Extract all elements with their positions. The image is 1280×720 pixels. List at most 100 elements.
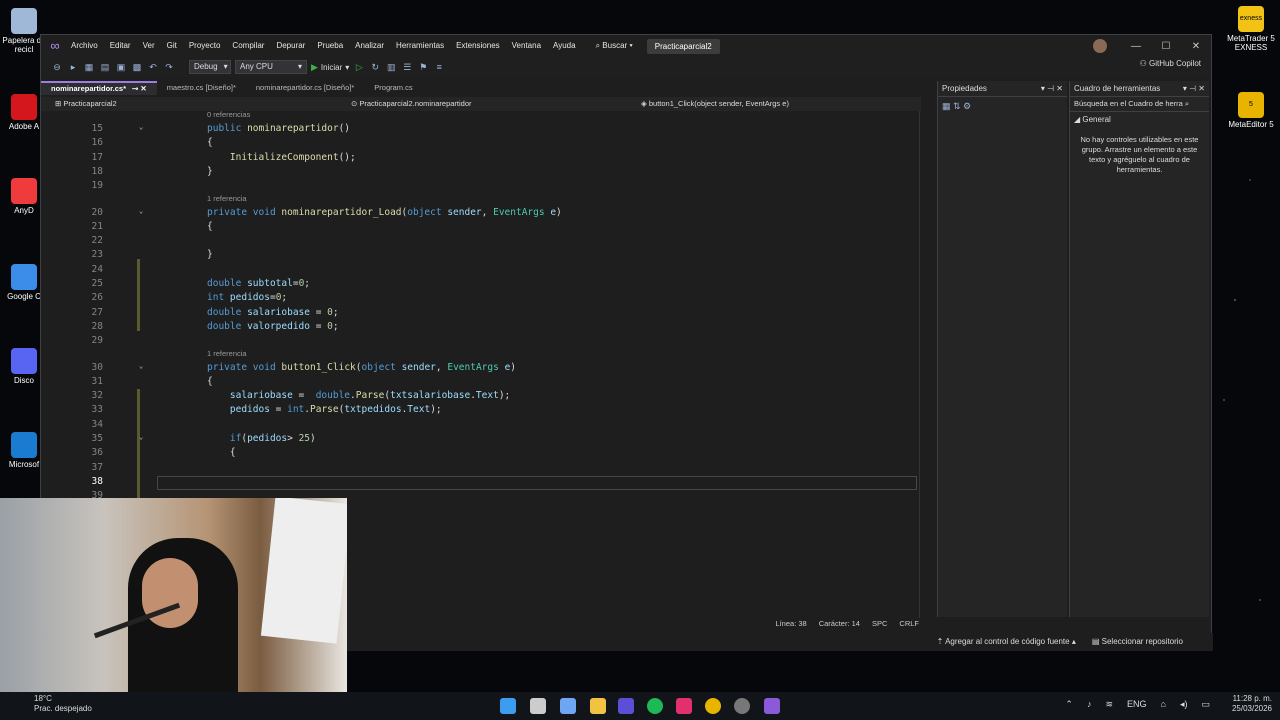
code-line[interactable]: 29 [41,335,917,349]
code-line[interactable]: 31 { [41,376,917,390]
toolbox-controls-icon[interactable]: ▾ ⊣ ✕ [1183,81,1205,96]
tab-close-icon[interactable]: ⊸ ✕ [132,83,147,95]
code-line[interactable]: 25 double subtotal=0; [41,278,917,292]
settings-icon[interactable] [734,698,750,714]
minimize-icon[interactable]: — [1121,35,1151,57]
whitespace-indicator[interactable]: SPC [872,618,887,630]
visual-studio-taskbar-icon[interactable] [764,698,780,714]
clock[interactable]: 11:28 p. m. 25/03/2026 [1232,694,1272,714]
tab-document[interactable]: nominarepartidor.cs* ⊸ ✕ [41,81,157,95]
member-dropdown[interactable]: ◈ button1_Click(object sender, EventArgs… [627,97,789,111]
menu-item[interactable]: Extensiones [450,35,506,57]
menu-item[interactable]: Git [161,35,183,57]
code-line[interactable]: 21 { [41,221,917,235]
code-lens[interactable]: 0 referencias [207,111,250,119]
class-dropdown[interactable]: ⊙ Practicaparcial2.nominarepartidor [337,97,627,111]
desktop-icon[interactable]: exness MetaTrader 5 EXNESS [1226,6,1276,52]
wifi-icon[interactable]: ≋ [1105,699,1113,710]
menu-item[interactable]: Compilar [226,35,270,57]
network-icon[interactable]: ⌂ [1161,699,1166,710]
forward-icon[interactable]: ▸ [67,61,79,73]
start-without-debug-icon[interactable]: ▷ [353,61,365,73]
run-button[interactable]: ▶ Iniciar ▾ [311,62,349,73]
language-indicator[interactable]: ENG [1127,699,1147,710]
menu-item[interactable]: Analizar [349,35,390,57]
code-lens[interactable]: 1 referencia [207,349,247,358]
project-badge[interactable]: Practicaparcial2 [646,38,720,54]
layout-icon[interactable]: ▥ [385,61,397,73]
user-avatar[interactable] [1093,39,1107,53]
copilot-icon[interactable] [560,698,576,714]
start-icon[interactable] [500,698,516,714]
code-line[interactable]: 19 [41,180,917,194]
line-ending-indicator[interactable]: CRLF [899,618,919,630]
menu-item[interactable]: Ver [137,35,161,57]
volume-icon[interactable]: ◂) [1180,699,1188,710]
format-icon[interactable]: ☰ [401,61,413,73]
fold-chevron-icon[interactable]: ⌄ [139,362,143,370]
code-line[interactable]: 18} [41,166,917,180]
fold-chevron-icon[interactable]: ⌄ [139,123,143,131]
weather-widget[interactable]: 18°C Prac. despejado [34,694,92,714]
menu-item[interactable]: Ventana [506,35,547,57]
configuration-select[interactable]: Debug ▾ [189,60,231,74]
comment-icon[interactable]: ≡ [433,61,445,73]
code-line[interactable]: 22 [41,235,917,249]
menu-item[interactable]: Herramientas [390,35,450,57]
chevron-up-icon[interactable]: ⌃ [1065,699,1073,710]
github-copilot-button[interactable]: ⚇ GitHub Copilot [1140,59,1201,68]
code-line[interactable]: 28 double valorpedido = 0; [41,321,917,335]
code-line[interactable]: 26 int pedidos=0; [41,292,917,306]
maximize-icon[interactable]: ☐ [1151,35,1181,57]
undo-icon[interactable]: ↶ [147,61,159,73]
code-line[interactable]: 35 ⌄ if(pedidos> 25) [41,433,917,447]
new-item-icon[interactable]: ▦ [83,61,95,73]
menu-item[interactable]: Editar [104,35,137,57]
app-icon[interactable] [618,698,634,714]
save-all-icon[interactable]: ▩ [131,61,143,73]
tiktok-icon[interactable] [676,698,692,714]
file-explorer-icon[interactable] [590,698,606,714]
code-line[interactable]: 30 ⌄ private void button1_Click(object sen… [41,362,917,376]
menu-item[interactable]: Ayuda [547,35,582,57]
code-line[interactable]: 16 { [41,137,917,151]
editor-scrollbar[interactable] [919,111,931,621]
code-line[interactable]: 15 ⌄ public nominarepartidor() [41,123,917,137]
menu-item[interactable]: Proyecto [183,35,227,57]
code-lens[interactable]: 1 referencia [207,194,247,203]
project-dropdown[interactable]: ⊞ Practicaparcial2 [41,97,337,111]
fold-chevron-icon[interactable]: ⌄ [139,433,143,441]
redo-icon[interactable]: ↷ [163,61,175,73]
code-editor[interactable]: 0 referencias 15 ⌄ public nominarepartidor(… [41,111,921,531]
task-view-icon[interactable] [530,698,546,714]
add-source-control-button[interactable]: ⇡ Agregar al control de código fuente ▴ [937,633,1076,651]
spotify-icon[interactable] [647,698,663,714]
toolbox-search[interactable]: Búsqueda en el Cuadro de herra ⌕ [1070,97,1209,112]
code-line[interactable]: 33 pedidos = int.Parse(txtpedidos.Text); [41,404,917,418]
tab-document[interactable]: Program.cs [364,81,422,95]
back-icon[interactable]: ⊖ [51,61,63,73]
search-menu[interactable]: ⌕ Buscar ▾ [588,41,641,51]
tab-document[interactable]: nominarepartidor.cs [Diseño]* [246,81,364,95]
code-line[interactable]: 27 double salariobase = 0; [41,307,917,321]
battery-icon[interactable]: ▭ [1201,699,1210,710]
code-line[interactable]: 36 { [41,447,917,461]
code-line[interactable]: 23} [41,249,917,263]
desktop-icon[interactable]: 5 MetaEditor 5 [1226,92,1276,129]
save-icon[interactable]: ▣ [115,61,127,73]
code-line[interactable]: 38 [41,475,917,490]
platform-select[interactable]: Any CPU ▾ [235,60,307,74]
fold-chevron-icon[interactable]: ⌄ [139,207,143,215]
visual-studio-logo-icon[interactable]: ∞ [45,38,65,54]
properties-toolbar[interactable]: ▦ ⇅ ⚙ [938,97,1067,116]
panel-controls-icon[interactable]: ▾ ⊣ ✕ [1041,81,1063,96]
hot-reload-icon[interactable]: ↻ [369,61,381,73]
code-line[interactable]: 34 [41,419,917,433]
toolbox-group[interactable]: ◢ General [1070,112,1209,127]
menu-item[interactable]: Depurar [270,35,311,57]
mic-icon[interactable]: ♪ [1087,699,1092,710]
code-line[interactable]: 24 [41,264,917,278]
chrome-icon[interactable] [705,698,721,714]
code-line[interactable]: 17 InitializeComponent(); [41,152,917,166]
close-icon[interactable]: ✕ [1181,35,1211,57]
